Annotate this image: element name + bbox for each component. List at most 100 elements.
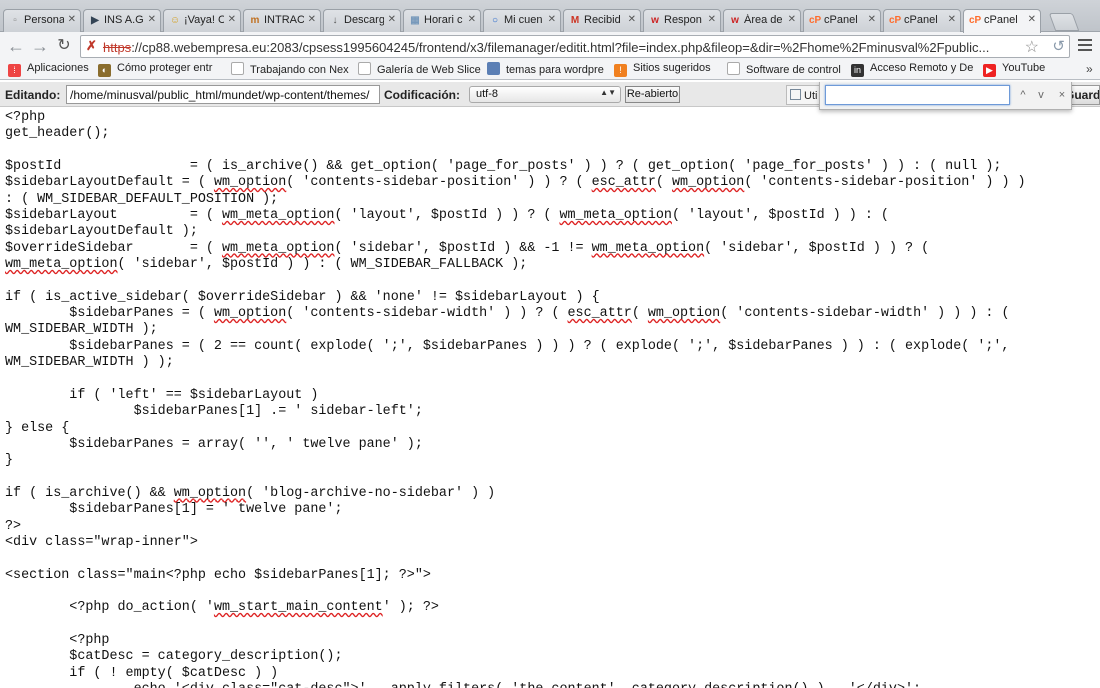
- address-bar[interactable]: ✗ https://cp88.webempresa.eu:2083/cpsess…: [80, 35, 1070, 58]
- file-path-field[interactable]: /home/minusval/public_html/mundet/wp-con…: [66, 85, 380, 104]
- spellcheck-word: wm_option: [647, 306, 721, 322]
- spellcheck-word: wm_meta_option: [591, 240, 705, 256]
- bookmark-item[interactable]: ▶ YouTube: [983, 62, 1045, 78]
- code-token: if ( ! empty( $catDesc ) ): [5, 665, 279, 681]
- bookmark-item[interactable]: ⁞ Aplicaciones: [8, 62, 89, 78]
- find-input[interactable]: [825, 85, 1010, 105]
- bookmark-label: temas para wordpre: [506, 64, 604, 76]
- tab-10[interactable]: cP cPanel ✕: [803, 9, 881, 32]
- bookmarks-overflow-icon[interactable]: »: [1086, 62, 1093, 76]
- tab-close-icon[interactable]: ✕: [228, 14, 236, 25]
- code-token: $catDesc = category_description();: [5, 649, 343, 665]
- reopen-button[interactable]: Re-abierto: [625, 86, 680, 103]
- tab-4[interactable]: ↓ Descarg ✕: [323, 9, 401, 32]
- code-line: <?php do_action( 'wm_start_main_content'…: [5, 600, 439, 615]
- code-token: $sidebarPanes[1] .= ' sidebar-left';: [5, 404, 423, 420]
- calendar-icon: ▦: [410, 15, 420, 26]
- code-token: ( 'contents-sidebar-width' ) ) ) : (: [720, 306, 1010, 322]
- apps-icon: ⁞: [8, 64, 21, 77]
- tab-8[interactable]: w Respon ✕: [643, 9, 721, 32]
- code-token: (: [655, 175, 672, 191]
- spellcheck-word: wm_meta_option: [221, 208, 335, 224]
- code-line: $sidebarPanes = array( '', ' twelve pane…: [5, 437, 423, 452]
- menu-icon[interactable]: [1078, 39, 1092, 51]
- tab-close-icon[interactable]: ✕: [68, 14, 76, 25]
- code-line: $sidebarPanes[1] .= ' sidebar-left';: [5, 404, 423, 419]
- back-arrow-icon[interactable]: ←: [6, 36, 26, 56]
- bookmark-item[interactable]: in Acceso Remoto y De: [851, 62, 973, 78]
- extension-icon[interactable]: ↺: [1052, 37, 1065, 55]
- encoding-select[interactable]: utf-8 ▲▼: [469, 86, 621, 103]
- spellcheck-word: wm_meta_option: [221, 240, 335, 256]
- code-token: $sidebarPanes[1] = ' twelve pane';: [5, 502, 343, 518]
- page-icon: ▫: [13, 15, 17, 26]
- code-line: $sidebarLayoutDefault );: [5, 224, 198, 239]
- tab-close-icon[interactable]: ✕: [628, 14, 636, 25]
- spellcheck-word: wm_meta_option: [559, 208, 672, 224]
- code-line: if ( is_active_sidebar( $overrideSidebar…: [5, 290, 600, 305]
- tab-6[interactable]: ○ Mi cuen ✕: [483, 9, 561, 32]
- find-next-button[interactable]: v: [1033, 87, 1049, 103]
- code-token: <div class="wrap-inner">: [5, 534, 198, 550]
- bookmark-item[interactable]: ! Sitios sugeridos: [614, 62, 711, 78]
- tab-close-icon[interactable]: ✕: [948, 14, 956, 25]
- tab-3[interactable]: m INTRAC ✕: [243, 9, 321, 32]
- code-token: ( 'layout', $postId ) ) : (: [671, 208, 889, 224]
- encoding-label: Codificación:: [384, 88, 461, 102]
- bookmark-label: Trabajando con Nex: [250, 64, 349, 76]
- code-token: ( 'contents-sidebar-position' ) ) ): [744, 175, 1026, 191]
- tab-close-icon[interactable]: ✕: [388, 14, 396, 25]
- page-icon: [358, 62, 371, 75]
- code-token: $sidebarLayoutDefault );: [5, 224, 198, 240]
- tab-5[interactable]: ▦ Horari c ✕: [403, 9, 481, 32]
- spellcheck-word: wm_start_main_content: [213, 600, 383, 616]
- bookmark-item[interactable]: ◐ Cómo proteger entr: [98, 62, 212, 78]
- find-close-button[interactable]: ×: [1054, 87, 1070, 103]
- tab-label: Descarg: [344, 14, 384, 26]
- tab-12[interactable]: cP cPanel ✕: [963, 9, 1041, 33]
- forward-arrow-icon[interactable]: →: [30, 36, 50, 56]
- code-line: $catDesc = category_description();: [5, 649, 343, 665]
- tab-1[interactable]: ▶ INS A.G ✕: [83, 9, 161, 32]
- code-editor[interactable]: <?php get_header(); $postId = ( is_archi…: [0, 107, 1100, 688]
- folder-icon: [487, 62, 500, 75]
- side-tab[interactable]: Uti: [786, 85, 822, 105]
- bookmark-item[interactable]: temas para wordpre: [487, 62, 604, 78]
- tab-close-icon[interactable]: ✕: [708, 14, 716, 25]
- w-icon: w: [731, 15, 739, 26]
- code-line: $sidebarPanes = ( 2 == count( explode( '…: [5, 339, 1009, 354]
- editing-label: Editando:: [5, 88, 61, 102]
- spellcheck-word: wm_option: [173, 485, 247, 501]
- tab-label: Persona: [24, 14, 64, 26]
- broken-lock-icon[interactable]: ✗: [86, 39, 100, 53]
- code-token: $sidebarPanes = array( '', ' twelve pane…: [5, 436, 423, 452]
- tab-2[interactable]: ☺ ¡Vaya! C ✕: [163, 9, 241, 32]
- bookmark-label: Acceso Remoto y De: [870, 62, 974, 74]
- linkedin-icon: in: [851, 64, 864, 77]
- tab-label: cPanel: [904, 14, 938, 26]
- code-token: } else {: [5, 420, 70, 436]
- find-previous-button[interactable]: ^: [1015, 87, 1031, 103]
- tab-close-icon[interactable]: ✕: [1028, 14, 1036, 25]
- tab-close-icon[interactable]: ✕: [548, 14, 556, 25]
- tab-7[interactable]: M Recibid ✕: [563, 9, 641, 32]
- bookmark-star-icon[interactable]: ☆: [1025, 37, 1039, 57]
- tab-close-icon[interactable]: ✕: [468, 14, 476, 25]
- tab-11[interactable]: cP cPanel ✕: [883, 9, 961, 32]
- code-token: WM_SIDEBAR_WIDTH ) );: [5, 355, 174, 371]
- bookmark-item[interactable]: Software de control: [727, 62, 841, 78]
- code-token: : ( WM_SIDEBAR_DEFAULT_POSITION );: [5, 191, 279, 207]
- bookmark-label: Cómo proteger entr: [117, 62, 213, 74]
- tab-close-icon[interactable]: ✕: [308, 14, 316, 25]
- tab-close-icon[interactable]: ✕: [868, 14, 876, 25]
- tab-9[interactable]: w Área de ✕: [723, 9, 801, 32]
- tab-close-icon[interactable]: ✕: [788, 14, 796, 25]
- bookmark-item[interactable]: Trabajando con Nex: [231, 62, 349, 78]
- code-token: echo '<div class="cat-desc">' . apply_fi…: [5, 682, 922, 688]
- new-tab-button[interactable]: [1048, 13, 1080, 31]
- reload-icon[interactable]: ↻: [54, 36, 74, 56]
- bookmark-item[interactable]: Galería de Web Slice: [358, 62, 481, 78]
- tab-close-icon[interactable]: ✕: [148, 14, 156, 25]
- code-token: ( 'blog-archive-no-sidebar' ) ): [246, 485, 496, 501]
- tab-0[interactable]: ▫ Persona ✕: [3, 9, 81, 32]
